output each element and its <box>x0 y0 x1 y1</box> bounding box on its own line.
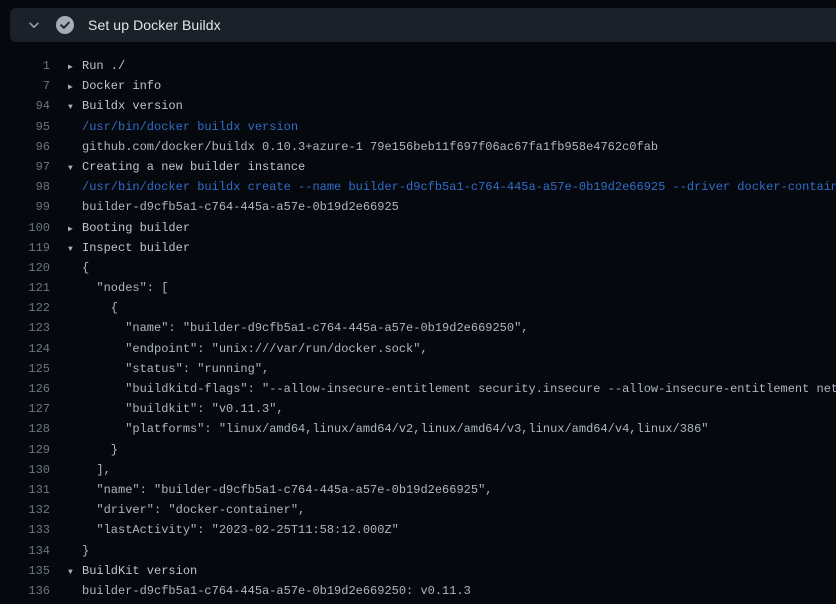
line-number[interactable]: 1 <box>0 56 50 76</box>
line-number[interactable]: 122 <box>0 298 50 318</box>
line-number[interactable]: 135 <box>0 561 50 581</box>
log-group-row[interactable]: 94 ▼Buildx version <box>0 96 836 116</box>
line-number[interactable]: 123 <box>0 318 50 338</box>
command-text: /usr/bin/docker buildx create --name bui… <box>82 177 836 197</box>
output-text: "status": "running", <box>82 359 269 379</box>
output-text: } <box>82 440 118 460</box>
output-text: "buildkit": "v0.11.3", <box>82 399 284 419</box>
group-expanded-icon[interactable]: ▼ <box>68 240 82 260</box>
line-number[interactable]: 132 <box>0 500 50 520</box>
line-number[interactable]: 127 <box>0 399 50 419</box>
log-line-row: 129 } <box>0 440 836 460</box>
line-number[interactable]: 97 <box>0 157 50 177</box>
output-text: "name": "builder-d9cfb5a1-c764-445a-a57e… <box>82 480 492 500</box>
line-number[interactable]: 125 <box>0 359 50 379</box>
log-line-row: 128 "platforms": "linux/amd64,linux/amd6… <box>0 419 836 439</box>
output-text: ], <box>82 460 111 480</box>
log-container: 1▶Run ./7▶Docker info94▼Buildx version95… <box>0 42 836 604</box>
step-header[interactable]: Set up Docker Buildx <box>10 8 836 42</box>
log-line-row: 95/usr/bin/docker buildx version <box>0 117 836 137</box>
line-number[interactable]: 100 <box>0 218 50 238</box>
line-number[interactable]: 134 <box>0 541 50 561</box>
group-title: Inspect builder <box>82 238 190 258</box>
log-line-row: 126 "buildkitd-flags": "--allow-insecure… <box>0 379 836 399</box>
log-line-row: 131 "name": "builder-d9cfb5a1-c764-445a-… <box>0 480 836 500</box>
log-line-row: 120 { <box>0 258 836 278</box>
log-line-row: 121 "nodes": [ <box>0 278 836 298</box>
line-number[interactable]: 126 <box>0 379 50 399</box>
output-text: "endpoint": "unix:///var/run/docker.sock… <box>82 339 428 359</box>
log-line-row: 136 builder-d9cfb5a1-c764-445a-a57e-0b19d… <box>0 581 836 601</box>
line-number[interactable]: 94 <box>0 96 50 116</box>
output-text: { <box>82 298 118 318</box>
group-collapsed-icon[interactable]: ▶ <box>68 220 82 240</box>
line-number[interactable]: 7 <box>0 76 50 96</box>
output-text: builder-d9cfb5a1-c764-445a-a57e-0b19d2e6… <box>82 581 471 601</box>
output-text: } <box>82 541 89 561</box>
group-title: Run ./ <box>82 56 125 76</box>
line-number[interactable]: 95 <box>0 117 50 137</box>
line-number[interactable]: 98 <box>0 177 50 197</box>
group-expanded-icon[interactable]: ▼ <box>68 159 82 179</box>
line-number[interactable]: 119 <box>0 238 50 258</box>
line-number[interactable]: 128 <box>0 419 50 439</box>
group-title: Docker info <box>82 76 161 96</box>
log-group-row[interactable]: 100 ▶Booting builder <box>0 218 836 238</box>
group-expanded-icon[interactable]: ▼ <box>68 563 82 583</box>
group-collapsed-icon[interactable]: ▶ <box>68 58 82 78</box>
log-line-row: 125 "status": "running", <box>0 359 836 379</box>
output-text: "buildkitd-flags": "--allow-insecure-ent… <box>82 379 836 399</box>
line-number[interactable]: 121 <box>0 278 50 298</box>
output-text: "driver": "docker-container", <box>82 500 305 520</box>
line-number[interactable]: 131 <box>0 480 50 500</box>
line-number[interactable]: 130 <box>0 460 50 480</box>
log-line-row: 132 "driver": "docker-container", <box>0 500 836 520</box>
output-text: "platforms": "linux/amd64,linux/amd64/v2… <box>82 419 709 439</box>
chevron-down-icon[interactable] <box>26 17 42 33</box>
output-text: builder-d9cfb5a1-c764-445a-a57e-0b19d2e6… <box>82 197 399 217</box>
log-line-row: 98/usr/bin/docker buildx create --name b… <box>0 177 836 197</box>
log-line-row: 130 ], <box>0 460 836 480</box>
output-text: "nodes": [ <box>82 278 168 298</box>
log-line-row: 122 { <box>0 298 836 318</box>
command-text: /usr/bin/docker buildx version <box>82 117 298 137</box>
group-title: BuildKit version <box>82 561 197 581</box>
log-line-row: 96 github.com/docker/buildx 0.10.3+azure-… <box>0 137 836 157</box>
line-number[interactable]: 133 <box>0 520 50 540</box>
log-group-row[interactable]: 135 ▼BuildKit version <box>0 561 836 581</box>
line-number[interactable]: 99 <box>0 197 50 217</box>
group-title: Creating a new builder instance <box>82 157 305 177</box>
output-text: "lastActivity": "2023-02-25T11:58:12.000… <box>82 520 399 540</box>
log-line-row: 124 "endpoint": "unix:///var/run/docker.… <box>0 339 836 359</box>
line-number[interactable]: 136 <box>0 581 50 601</box>
log-line-row: 99 builder-d9cfb5a1-c764-445a-a57e-0b19d2… <box>0 197 836 217</box>
step-title: Set up Docker Buildx <box>88 17 221 33</box>
output-text: "name": "builder-d9cfb5a1-c764-445a-a57e… <box>82 318 528 338</box>
check-circle-icon <box>56 16 74 34</box>
output-text: { <box>82 258 89 278</box>
log-line-row: 134} <box>0 541 836 561</box>
line-number[interactable]: 124 <box>0 339 50 359</box>
output-text: github.com/docker/buildx 0.10.3+azure-1 … <box>82 137 658 157</box>
group-expanded-icon[interactable]: ▼ <box>68 98 82 118</box>
log-line-row: 127 "buildkit": "v0.11.3", <box>0 399 836 419</box>
log-group-row[interactable]: 7 ▶Docker info <box>0 76 836 96</box>
group-title: Booting builder <box>82 218 190 238</box>
group-collapsed-icon[interactable]: ▶ <box>68 78 82 98</box>
log-line-row: 123 "name": "builder-d9cfb5a1-c764-445a-… <box>0 318 836 338</box>
line-number[interactable]: 96 <box>0 137 50 157</box>
log-line-row: 133 "lastActivity": "2023-02-25T11:58:12… <box>0 520 836 540</box>
log-group-row[interactable]: 119 ▼Inspect builder <box>0 238 836 258</box>
log-group-row[interactable]: 97 ▼Creating a new builder instance <box>0 157 836 177</box>
line-number[interactable]: 120 <box>0 258 50 278</box>
line-number[interactable]: 129 <box>0 440 50 460</box>
group-title: Buildx version <box>82 96 183 116</box>
log-group-row[interactable]: 1 ▶Run ./ <box>0 56 836 76</box>
